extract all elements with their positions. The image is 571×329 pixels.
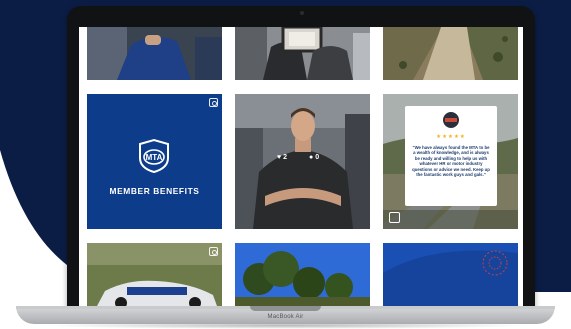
- svg-text:MTA: MTA: [146, 153, 163, 162]
- mta-logo: MTA: [139, 138, 169, 174]
- post-tile-blue-abstract[interactable]: [383, 243, 518, 306]
- comment-icon: ●: [309, 154, 314, 161]
- avatar: [443, 112, 459, 128]
- mechanic-photo: [87, 27, 222, 80]
- post-tile-member-benefits[interactable]: MTA MEMBER BENEFITS: [87, 94, 222, 229]
- race-car-photo: [87, 243, 222, 306]
- man-portrait-photo: [235, 94, 370, 229]
- award-photo: [235, 27, 370, 80]
- trees-photo: [235, 243, 370, 306]
- post-tile-race-car[interactable]: [87, 243, 222, 306]
- post-tile-award[interactable]: [235, 27, 370, 80]
- post-tile-trees[interactable]: [235, 243, 370, 306]
- laptop-screen: MTA MEMBER BENEFITS ♥ 2 ● 0 ★★★★★ "We ha…: [79, 27, 523, 306]
- road-aerial-photo: [383, 27, 518, 80]
- likes-count: ♥ 2: [277, 154, 288, 161]
- star-rating: ★★★★★: [436, 134, 466, 140]
- gallery-icon: [209, 98, 218, 107]
- laptop-brand-label: MacBook Air: [267, 314, 304, 320]
- member-benefits-label: MEMBER BENEFITS: [109, 186, 200, 196]
- post-tile-mechanic[interactable]: [87, 27, 222, 80]
- comments-count: ● 0: [309, 154, 320, 161]
- post-tile-man-portrait[interactable]: ♥ 2 ● 0: [235, 94, 370, 229]
- promo-stage: MTA MEMBER BENEFITS ♥ 2 ● 0 ★★★★★ "We ha…: [0, 0, 571, 329]
- mta-badge-icon: [389, 212, 400, 223]
- post-tile-road[interactable]: [383, 27, 518, 80]
- heart-icon: ♥: [277, 154, 282, 161]
- post-tile-testimonial[interactable]: ★★★★★ "We have always found the MTA to b…: [383, 94, 518, 229]
- blue-abstract-photo: [383, 243, 518, 306]
- testimonial-card: ★★★★★ "We have always found the MTA to b…: [405, 106, 497, 206]
- laptop-notch: [250, 306, 321, 311]
- camera-icon: [300, 11, 304, 15]
- testimonial-quote: "We have always found the MTA to be a we…: [412, 145, 490, 178]
- gallery-icon: [209, 247, 218, 256]
